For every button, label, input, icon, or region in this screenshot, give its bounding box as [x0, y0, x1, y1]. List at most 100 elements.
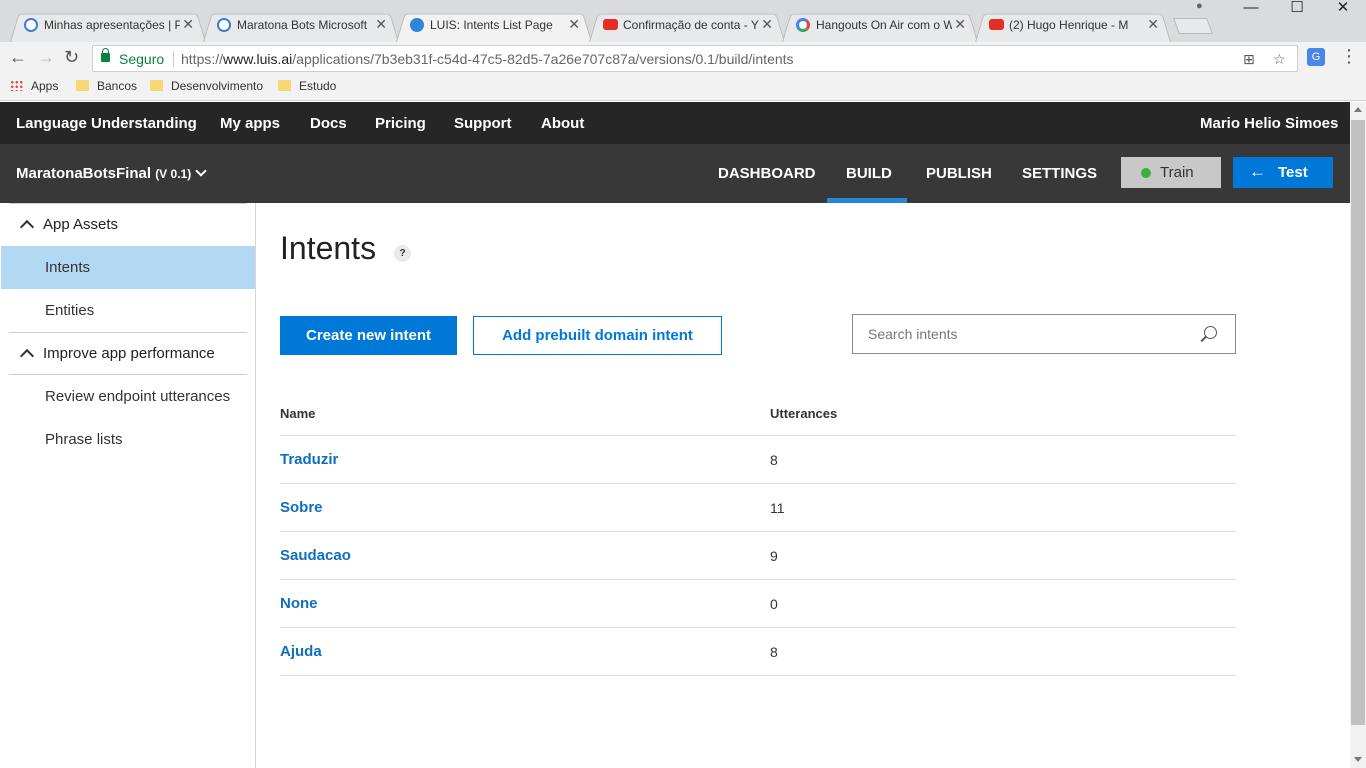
browser-tab[interactable]: (2) Hugo Henrique - M ✕ — [975, 10, 1171, 42]
intent-link[interactable]: Sobre — [280, 499, 323, 516]
url-text[interactable]: https://www.luis.ai/applications/7b3eb31… — [181, 51, 794, 67]
status-dot-icon — [1141, 168, 1151, 178]
globe-icon — [24, 18, 38, 32]
close-icon[interactable]: ✕ — [182, 16, 194, 33]
user-name[interactable]: Mario Helio Simoes — [1200, 115, 1338, 132]
nav-my-apps[interactable]: My apps — [220, 115, 280, 132]
google-icon — [796, 18, 810, 32]
brand-link[interactable]: Language Understanding — [16, 115, 197, 132]
window-close-icon[interactable]: ✕ — [1320, 0, 1366, 18]
address-bar[interactable]: Seguro https://www.luis.ai/applications/… — [92, 45, 1298, 72]
scroll-down-icon[interactable] — [1354, 757, 1362, 762]
bookmark-apps[interactable]: Apps — [10, 79, 58, 93]
section-improve-app-performance[interactable]: Improve app performance — [19, 345, 215, 364]
chevron-down-icon — [195, 165, 207, 177]
app-selector[interactable]: MaratonaBotsFinal (V 0.1) — [16, 165, 207, 182]
nav-docs[interactable]: Docs — [310, 115, 347, 132]
bookmark-desenvolvimento[interactable]: Desenvolvimento — [150, 79, 263, 93]
close-icon[interactable]: ✕ — [761, 16, 773, 33]
column-header-utterances[interactable]: Utterances — [770, 406, 837, 421]
folder-icon — [278, 80, 291, 91]
bookmark-bancos[interactable]: Bancos — [76, 79, 137, 93]
close-icon[interactable]: ✕ — [1147, 16, 1159, 33]
search-input[interactable] — [853, 315, 1193, 353]
help-icon[interactable]: ? — [394, 245, 411, 262]
tab-title: (2) Hugo Henrique - M — [1009, 18, 1129, 32]
utterance-count: 8 — [770, 452, 778, 468]
sidebar-item-review-endpoint-utterances[interactable]: Review endpoint utterances — [1, 375, 255, 418]
arrow-left-icon: ← — [1249, 162, 1266, 181]
sidebar-item-entities[interactable]: Entities — [1, 289, 255, 332]
bookmark-estudo[interactable]: Estudo — [278, 79, 336, 93]
test-label: Test — [1278, 164, 1308, 181]
utterance-count: 11 — [770, 500, 785, 516]
scrollbar-thumb[interactable] — [1351, 120, 1365, 725]
maximize-icon[interactable]: ☐ — [1274, 0, 1320, 18]
tab-title: Confirmação de conta - Y — [623, 18, 759, 32]
column-header-name[interactable]: Name — [280, 406, 315, 421]
search-icon[interactable] — [1204, 326, 1217, 339]
chrome-menu-icon[interactable]: ⋮ — [1340, 46, 1358, 67]
browser-tab[interactable]: Minhas apresentações | P ✕ — [10, 10, 206, 42]
close-icon[interactable]: ✕ — [375, 16, 387, 33]
browser-tab[interactable]: Maratona Bots Microsoft ✕ — [203, 10, 399, 42]
minimize-icon[interactable]: — — [1228, 0, 1274, 18]
apps-grid-icon — [10, 80, 23, 91]
tab-build[interactable]: BUILD — [846, 165, 892, 182]
table-row: Traduzir 8 — [280, 435, 1236, 483]
browser-toolbar: ← → ↻ Seguro https://www.luis.ai/applica… — [0, 42, 1366, 75]
table-divider — [280, 675, 1236, 676]
add-prebuilt-domain-intent-button[interactable]: Add prebuilt domain intent — [473, 316, 722, 355]
table-row: Ajuda 8 — [280, 627, 1236, 675]
folder-icon — [76, 80, 89, 91]
tab-title: Maratona Bots Microsoft — [237, 18, 368, 32]
test-button[interactable]: ← Test — [1233, 157, 1333, 188]
tab-settings[interactable]: SETTINGS — [1022, 165, 1097, 182]
create-new-intent-button[interactable]: Create new intent — [280, 316, 457, 355]
browser-tab-active[interactable]: LUIS: Intents List Page ✕ — [396, 10, 592, 42]
bookmarks-bar: Apps Bancos Desenvolvimento Estudo — [0, 75, 1366, 101]
sidebar-item-phrase-lists[interactable]: Phrase lists — [1, 418, 255, 461]
tab-title: LUIS: Intents List Page — [430, 18, 553, 32]
train-button[interactable]: Train — [1121, 157, 1221, 188]
tab-publish[interactable]: PUBLISH — [926, 165, 992, 182]
tab-dashboard[interactable]: DASHBOARD — [718, 165, 816, 182]
intent-link[interactable]: None — [280, 595, 318, 612]
nav-about[interactable]: About — [541, 115, 584, 132]
intent-link[interactable]: Ajuda — [280, 643, 322, 660]
intent-link[interactable]: Traduzir — [280, 451, 338, 468]
intent-link[interactable]: Saudacao — [280, 547, 351, 564]
reload-icon[interactable]: ↻ — [64, 48, 79, 66]
utterance-count: 0 — [770, 596, 778, 612]
tab-title: Minhas apresentações | P — [44, 18, 180, 32]
table-row: Saudacao 9 — [280, 531, 1236, 579]
utterance-count: 8 — [770, 644, 778, 660]
profile-icon[interactable]: ● — [1196, 0, 1203, 12]
forward-icon[interactable]: → — [37, 48, 55, 66]
youtube-icon — [603, 19, 618, 30]
browser-tab[interactable]: Hangouts On Air com o W ✕ — [782, 10, 978, 42]
star-icon[interactable]: ☆ — [1273, 51, 1286, 68]
search-box — [852, 314, 1236, 354]
section-app-assets[interactable]: App Assets — [19, 216, 118, 235]
scroll-up-icon[interactable] — [1354, 107, 1362, 112]
chevron-up-icon — [19, 219, 35, 235]
sidebar-item-intents[interactable]: Intents — [1, 246, 255, 289]
nav-support[interactable]: Support — [454, 115, 512, 132]
lock-icon — [101, 48, 110, 62]
translate-icon[interactable]: ⊞ — [1243, 51, 1255, 68]
new-tab-button[interactable] — [1173, 18, 1213, 34]
browser-tab[interactable]: Confirmação de conta - Y ✕ — [589, 10, 785, 42]
chevron-up-icon — [19, 348, 35, 364]
table-row: Sobre 11 — [280, 483, 1236, 531]
page-scrollbar[interactable] — [1350, 102, 1366, 768]
back-icon[interactable]: ← — [9, 48, 27, 66]
nav-pricing[interactable]: Pricing — [375, 115, 426, 132]
utterance-count: 9 — [770, 548, 778, 564]
table-row: None 0 — [280, 579, 1236, 627]
google-translate-extension-icon[interactable]: G — [1307, 48, 1325, 66]
main-content: Intents ? Create new intent Add prebuilt… — [256, 203, 1350, 768]
close-icon[interactable]: ✕ — [954, 16, 966, 33]
close-icon[interactable]: ✕ — [568, 16, 580, 33]
sidebar: App Assets Intents Entities Improve app … — [0, 203, 256, 768]
